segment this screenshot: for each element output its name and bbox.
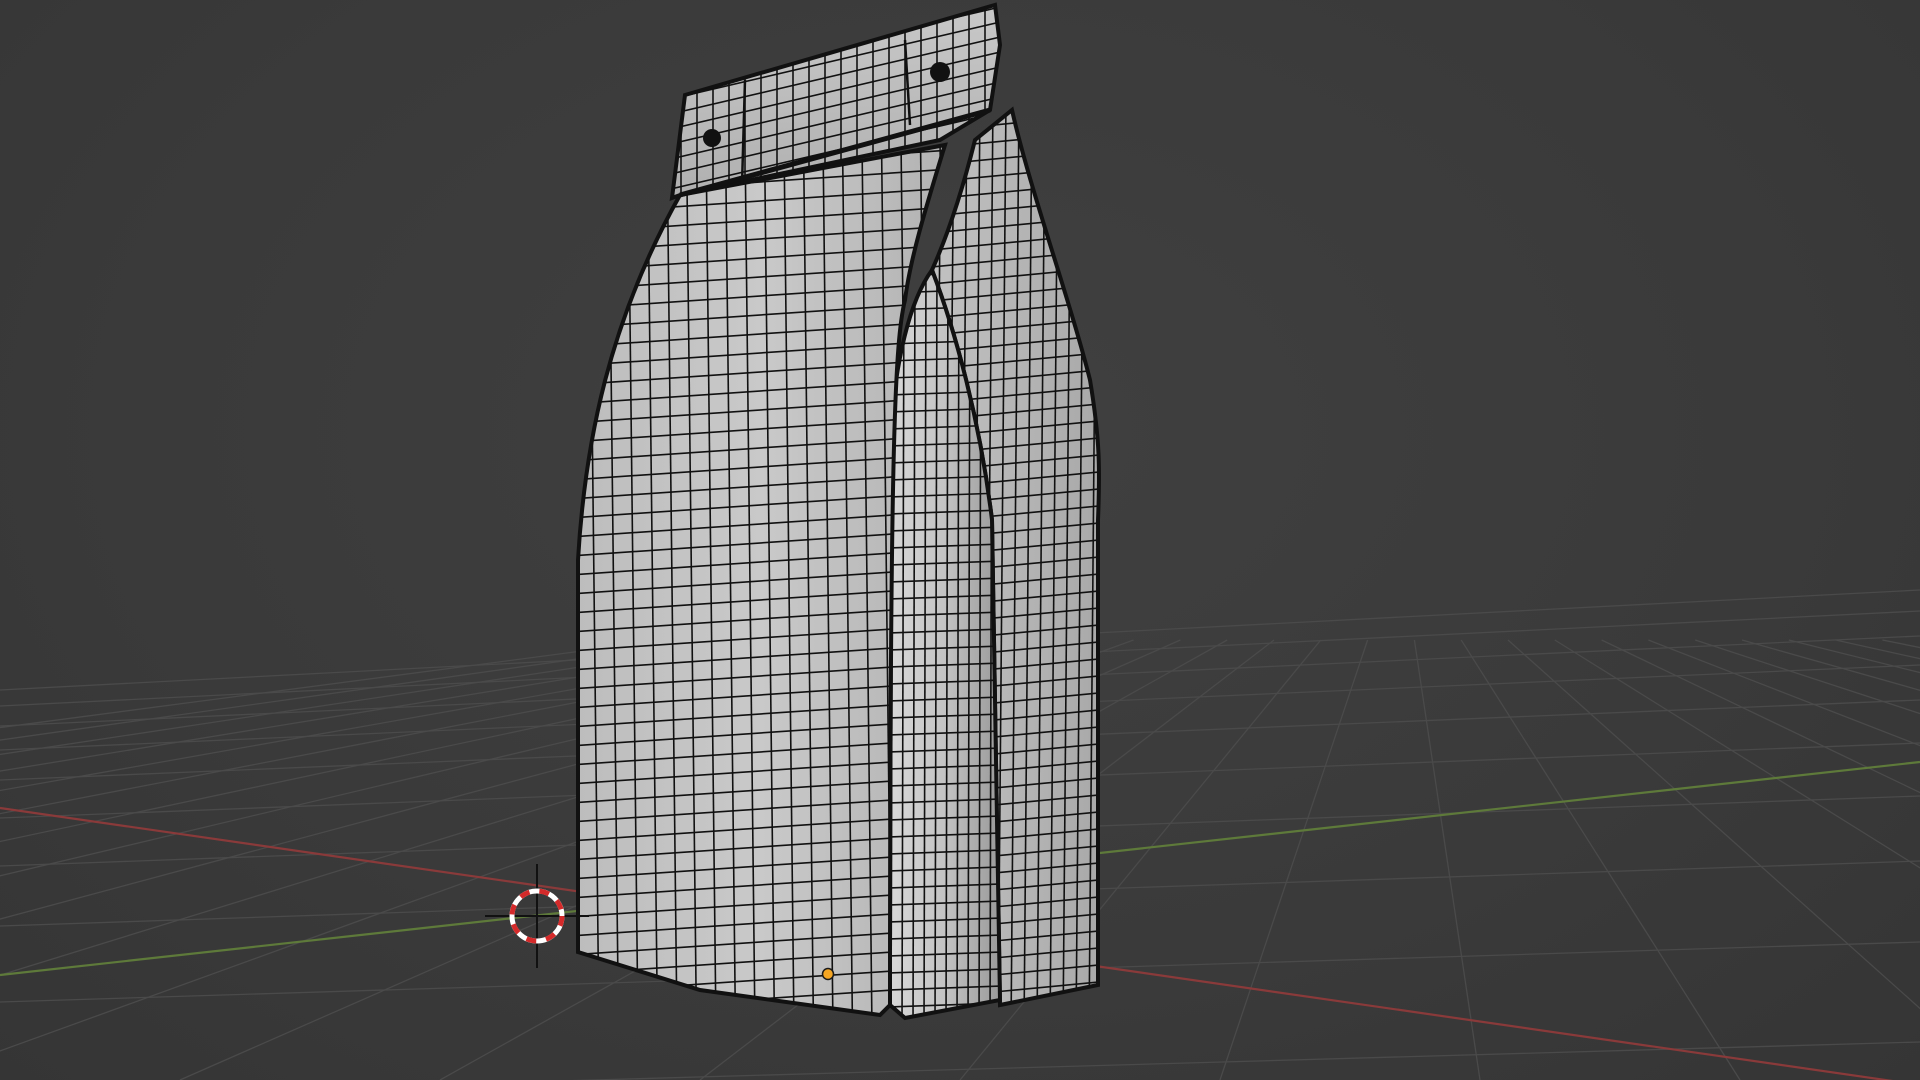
grid-line — [1507, 639, 1920, 1010]
wire-edge — [860, 1019, 1030, 1025]
grid-line — [1694, 639, 1920, 715]
grid-line — [0, 639, 666, 729]
pouch-bag-mesh[interactable] — [540, 0, 1130, 1030]
grid-line — [1460, 639, 1741, 1080]
grid-line — [1788, 639, 1920, 674]
grid-line — [1219, 639, 1369, 1080]
grid-line — [1882, 639, 1920, 649]
wire-edge — [1102, 100, 1110, 1030]
3d-viewport[interactable] — [0, 0, 1920, 1080]
grid-line — [570, 1041, 1920, 1080]
seal-hole — [930, 62, 950, 82]
seal-hole — [703, 129, 721, 147]
object-origin-dot[interactable] — [821, 967, 835, 981]
grid-line — [1554, 639, 1920, 869]
viewport-scene[interactable] — [0, 0, 1920, 1080]
